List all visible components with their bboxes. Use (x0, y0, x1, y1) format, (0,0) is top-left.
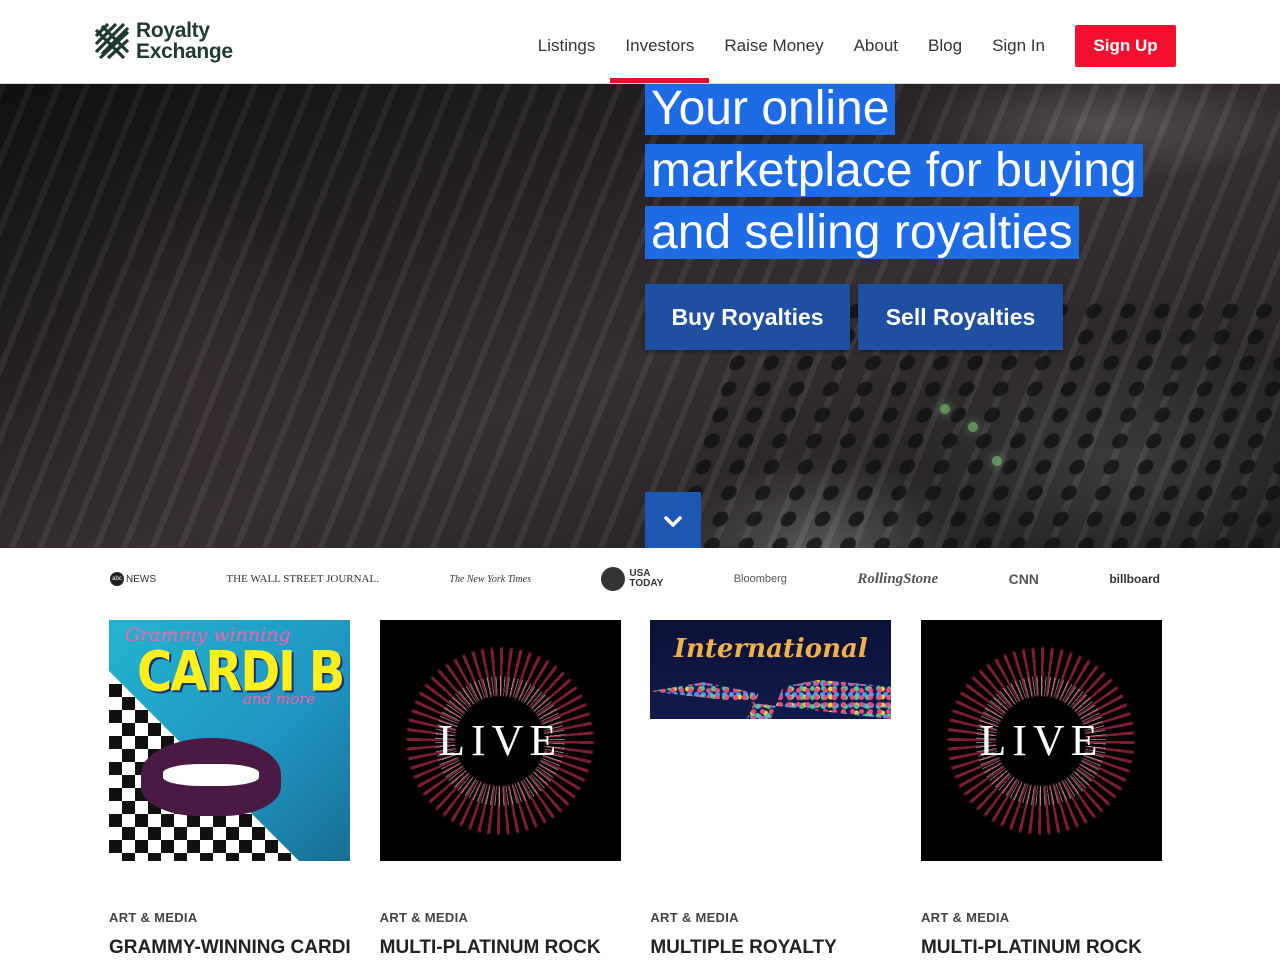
abc-news-logo: abc NEWS (110, 572, 156, 586)
sign-up-button[interactable]: Sign Up (1075, 25, 1176, 67)
nav-raise-money[interactable]: Raise Money (709, 24, 838, 68)
sell-royalties-button[interactable]: Sell Royalties (858, 284, 1063, 350)
wsj-logo: THE WALL STREET JOURNAL. (226, 573, 379, 585)
live-artwork: LIVE (379, 620, 621, 861)
logo-text-line1: Royalty (136, 19, 210, 42)
listing-category: ART & MEDIA (650, 910, 739, 925)
nav-about[interactable]: About (839, 24, 913, 68)
nav-investors[interactable]: Investors (610, 24, 710, 83)
logo-mark-icon (94, 22, 130, 60)
cnn-logo: CNN (1008, 571, 1039, 587)
console-led (940, 404, 950, 414)
usa-today-logo: USA TODAY (601, 567, 663, 591)
nav-blog[interactable]: Blog (913, 24, 977, 68)
listing-title[interactable]: GRAMMY-WINNING CARDI (109, 937, 351, 959)
press-logos: abc NEWS THE WALL STREET JOURNAL. The New… (110, 556, 1160, 602)
bloomberg-logo: Bloomberg (733, 573, 787, 585)
nav-listings[interactable]: Listings (523, 24, 611, 68)
hero-title: Your online marketplace for buying and s… (645, 84, 1165, 264)
hero-section: Your online marketplace for buying and s… (0, 84, 1280, 548)
console-led (992, 456, 1002, 466)
cardi-b-artwork: Grammy winning CARDI B and more (109, 620, 350, 861)
console-led (968, 422, 978, 432)
listing-title[interactable]: MULTI-PLATINUM ROCK (921, 937, 1142, 959)
hero-title-line: marketplace for buying (645, 144, 1143, 197)
listing-card[interactable]: LIVE ART & MEDIA MULTI-PLATINUM ROCK (379, 620, 621, 960)
rolling-stone-logo: RollingStone (857, 570, 939, 587)
buy-royalties-button[interactable]: Buy Royalties (645, 284, 850, 350)
listing-category: ART & MEDIA (109, 910, 198, 925)
main-nav: Listings Investors Raise Money About Blo… (523, 24, 1176, 83)
listing-card[interactable]: International ART & MEDIA MULTIPLE ROYAL… (650, 620, 892, 960)
listing-card[interactable]: Grammy winning CARDI B and more ART & ME… (109, 620, 351, 960)
billboard-logo: billboard (1109, 572, 1160, 586)
live-artwork: LIVE (920, 620, 1162, 861)
international-artwork: International (650, 620, 892, 719)
chevron-down-icon (664, 516, 682, 527)
hero-title-line: Your online (645, 84, 896, 135)
scroll-down-button[interactable] (645, 492, 701, 548)
listing-title[interactable]: MULTI-PLATINUM ROCK (380, 937, 601, 959)
listing-category: ART & MEDIA (920, 910, 1010, 925)
listing-title[interactable]: MULTIPLE ROYALTY (650, 937, 836, 959)
royalty-exchange-logo[interactable]: Royalty Exchange (94, 20, 233, 62)
logo-text-line2: Exchange (136, 40, 233, 63)
nav-sign-in[interactable]: Sign In (977, 24, 1060, 68)
site-header: Royalty Exchange Listings Investors Rais… (0, 0, 1280, 84)
nyt-logo: The New York Times (449, 573, 531, 585)
listing-category: ART & MEDIA (379, 910, 469, 925)
listing-cards: Grammy winning CARDI B and more ART & ME… (109, 620, 1162, 960)
listing-card[interactable]: LIVE ART & MEDIA MULTI-PLATINUM ROCK (920, 620, 1162, 960)
hero-title-line: and selling royalties (645, 206, 1079, 259)
